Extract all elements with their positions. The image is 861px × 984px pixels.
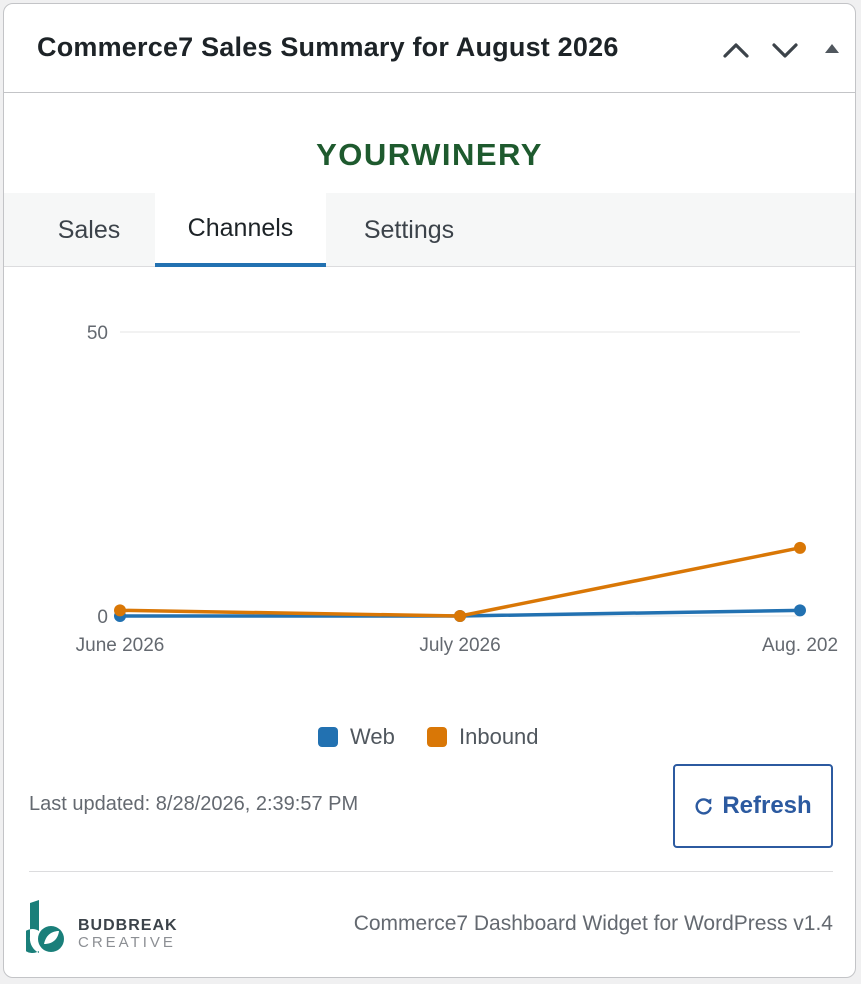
tab-channels[interactable]: Channels bbox=[155, 193, 326, 267]
series-line-inbound bbox=[119, 546, 801, 618]
tab-bar: Sales Channels Settings bbox=[4, 193, 855, 267]
last-updated-text: Last updated: 8/28/2026, 2:39:57 PM bbox=[29, 793, 359, 815]
move-down-button[interactable] bbox=[767, 34, 803, 66]
chevron-up-icon bbox=[723, 43, 749, 58]
budbreak-logo-mark-icon bbox=[26, 900, 64, 953]
data-point-web-2 bbox=[794, 604, 806, 617]
chart-legend: Web Inbound bbox=[4, 724, 855, 754]
winery-name: YOURWINERY bbox=[316, 137, 543, 172]
collapse-toggle-button[interactable] bbox=[816, 34, 846, 66]
y-tick-label-50: 50 bbox=[87, 323, 108, 344]
sales-summary-widget: Commerce7 Sales Summary for August 2026 … bbox=[3, 3, 856, 978]
legend-swatch-inbound bbox=[427, 727, 447, 747]
legend-swatch-web bbox=[318, 727, 338, 747]
widget-title: Commerce7 Sales Summary for August 2026 bbox=[37, 32, 619, 62]
widget-header: Commerce7 Sales Summary for August 2026 bbox=[4, 4, 855, 93]
refresh-button[interactable]: Refresh bbox=[673, 764, 833, 848]
x-tick-label-2: Aug. 202 bbox=[762, 635, 838, 656]
chevron-down-icon bbox=[772, 43, 798, 58]
plugin-version-text: Commerce7 Dashboard Widget for WordPress… bbox=[353, 912, 833, 935]
legend-label-inbound: Inbound bbox=[459, 724, 539, 749]
data-point-inbound-1 bbox=[454, 610, 466, 622]
y-tick-label-0: 0 bbox=[97, 607, 108, 628]
legend-item-inbound[interactable]: Inbound bbox=[427, 724, 539, 750]
x-tick-label-0: June 2026 bbox=[76, 635, 165, 656]
legend-item-web[interactable]: Web bbox=[318, 724, 395, 750]
refresh-label: Refresh bbox=[722, 792, 812, 819]
move-up-button[interactable] bbox=[718, 34, 754, 66]
triangle-up-icon bbox=[825, 44, 839, 53]
footer-divider bbox=[29, 871, 833, 872]
budbreak-logo[interactable]: BUDBREAK CREATIVE bbox=[26, 897, 186, 957]
tab-sales[interactable]: Sales bbox=[39, 193, 139, 267]
logo-text-budbreak: BUDBREAK bbox=[78, 917, 178, 934]
data-point-inbound-0 bbox=[114, 604, 126, 617]
line-chart: 0 50 June 2026 July 2026 Aug. 202 bbox=[76, 323, 838, 656]
channels-chart: 0 50 June 2026 July 2026 Aug. 202 bbox=[4, 268, 855, 698]
x-tick-label-1: July 2026 bbox=[419, 635, 500, 656]
refresh-icon bbox=[695, 798, 713, 815]
logo-text-creative: CREATIVE bbox=[78, 934, 176, 951]
legend-label-web: Web bbox=[350, 724, 395, 749]
data-point-inbound-2 bbox=[794, 541, 806, 554]
tab-settings[interactable]: Settings bbox=[344, 193, 474, 267]
